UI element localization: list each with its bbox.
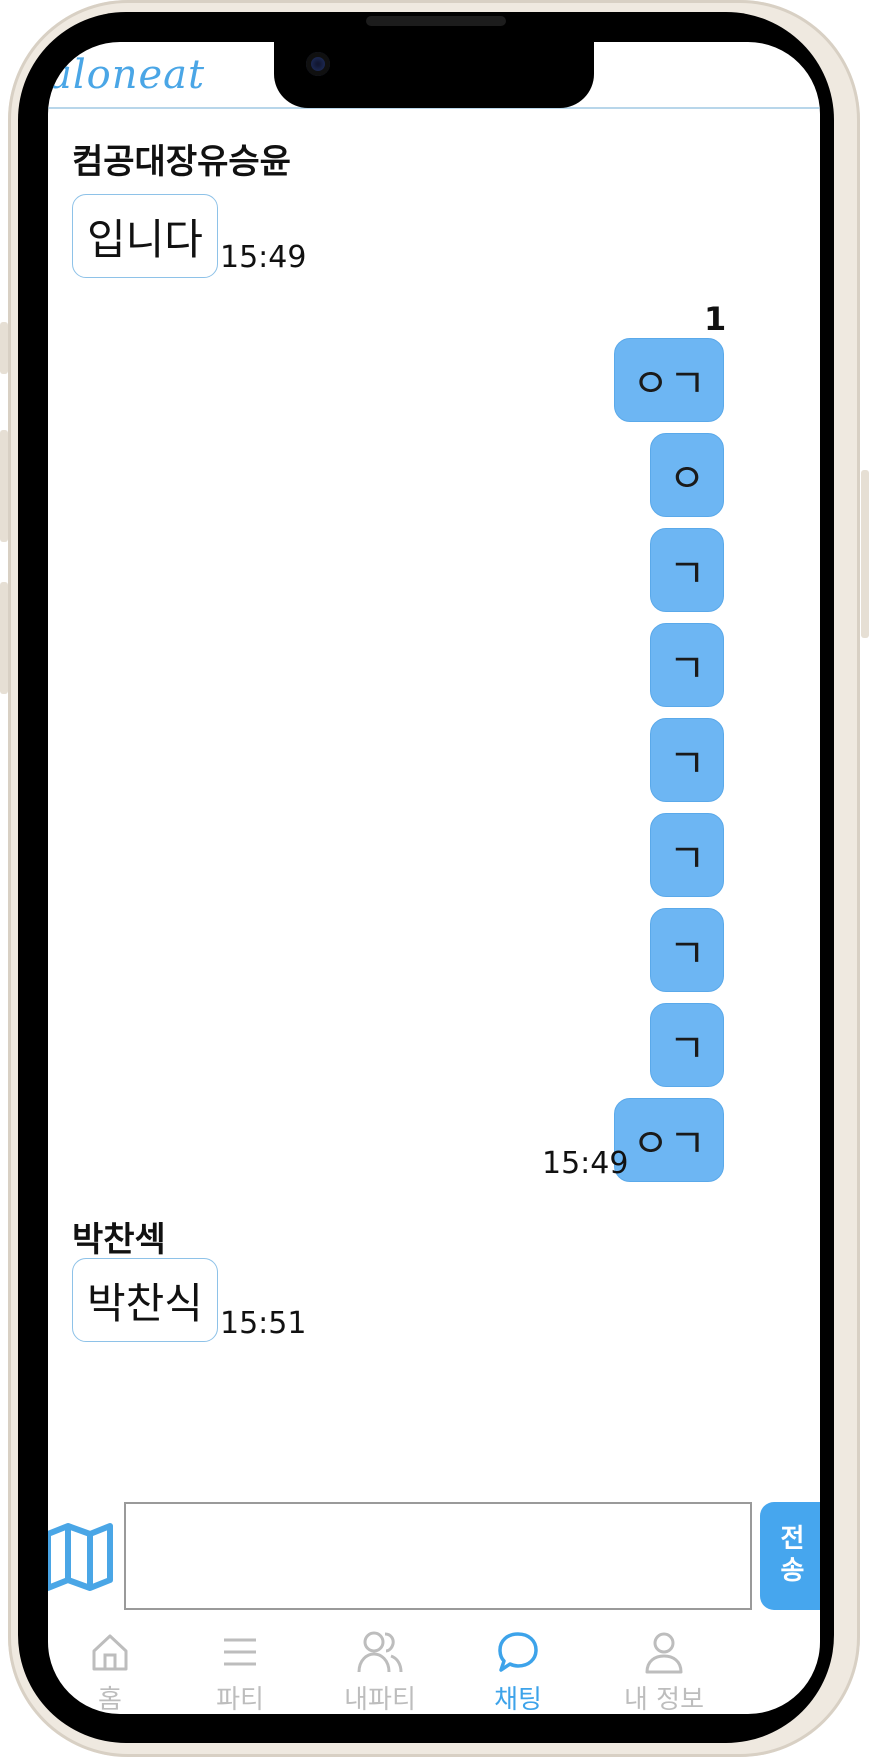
people-icon	[310, 1627, 450, 1677]
message-bubble-outgoing[interactable]: ㅇㄱ	[614, 1098, 724, 1182]
nav-label: 파티	[216, 1685, 264, 1714]
app-logo: aloneat	[48, 52, 206, 98]
nav-label: 내 정보	[623, 1685, 705, 1714]
message-bubble-outgoing[interactable]: ㄱ	[650, 1003, 724, 1087]
bottom-nav: 홈 파티 내파티 채팅 내 정보	[48, 1627, 820, 1714]
message-bubble-outgoing[interactable]: ㄱ	[650, 528, 724, 612]
home-icon	[48, 1627, 180, 1677]
nav-item-home[interactable]: 홈	[48, 1627, 180, 1714]
message-time: 15:49	[542, 1146, 629, 1181]
message-bubble-outgoing[interactable]: ㅇㄱ	[614, 338, 724, 422]
message-bubble-outgoing[interactable]: ㄱ	[650, 718, 724, 802]
nav-label: 내파티	[344, 1685, 416, 1714]
nav-item-my-party[interactable]: 내파티	[310, 1627, 450, 1714]
message-bubble-outgoing[interactable]: ㅇ	[650, 433, 724, 517]
message-bubble-outgoing[interactable]: ㄱ	[650, 623, 724, 707]
power-button	[861, 470, 869, 638]
message-bubble-outgoing[interactable]: ㄱ	[650, 908, 724, 992]
message-bubble-incoming[interactable]: 박찬식	[72, 1258, 218, 1342]
send-button[interactable]: 전송	[760, 1502, 820, 1610]
screen: aloneat 컴공대장유승윤 입니다 15:49 1 ㅇㄱ ㅇ ㄱ ㄱ ㄱ ㄱ…	[48, 42, 820, 1714]
message-bubble-outgoing[interactable]: ㄱ	[650, 813, 724, 897]
map-icon[interactable]	[48, 1522, 116, 1592]
volume-up-button	[0, 430, 8, 542]
message-input[interactable]	[124, 1502, 752, 1610]
volume-down-button	[0, 582, 8, 694]
speaker	[366, 16, 506, 26]
nav-item-my-info[interactable]: 내 정보	[594, 1627, 734, 1714]
nav-item-party[interactable]: 파티	[170, 1627, 310, 1714]
list-icon	[170, 1627, 310, 1677]
chat-icon	[448, 1627, 588, 1677]
message-sender: 컴공대장유승윤	[72, 142, 291, 182]
message-bubble-incoming[interactable]: 입니다	[72, 194, 218, 278]
camera	[306, 52, 330, 76]
nav-label: 채팅	[494, 1685, 542, 1714]
message-sender: 박찬섹	[72, 1220, 166, 1260]
user-icon	[594, 1627, 734, 1677]
message-time: 15:49	[220, 240, 307, 275]
silent-switch	[0, 322, 8, 374]
read-count-badge: 1	[704, 300, 727, 338]
nav-label: 홈	[98, 1685, 122, 1714]
message-time: 15:51	[220, 1306, 307, 1341]
nav-item-chat[interactable]: 채팅	[448, 1627, 588, 1714]
